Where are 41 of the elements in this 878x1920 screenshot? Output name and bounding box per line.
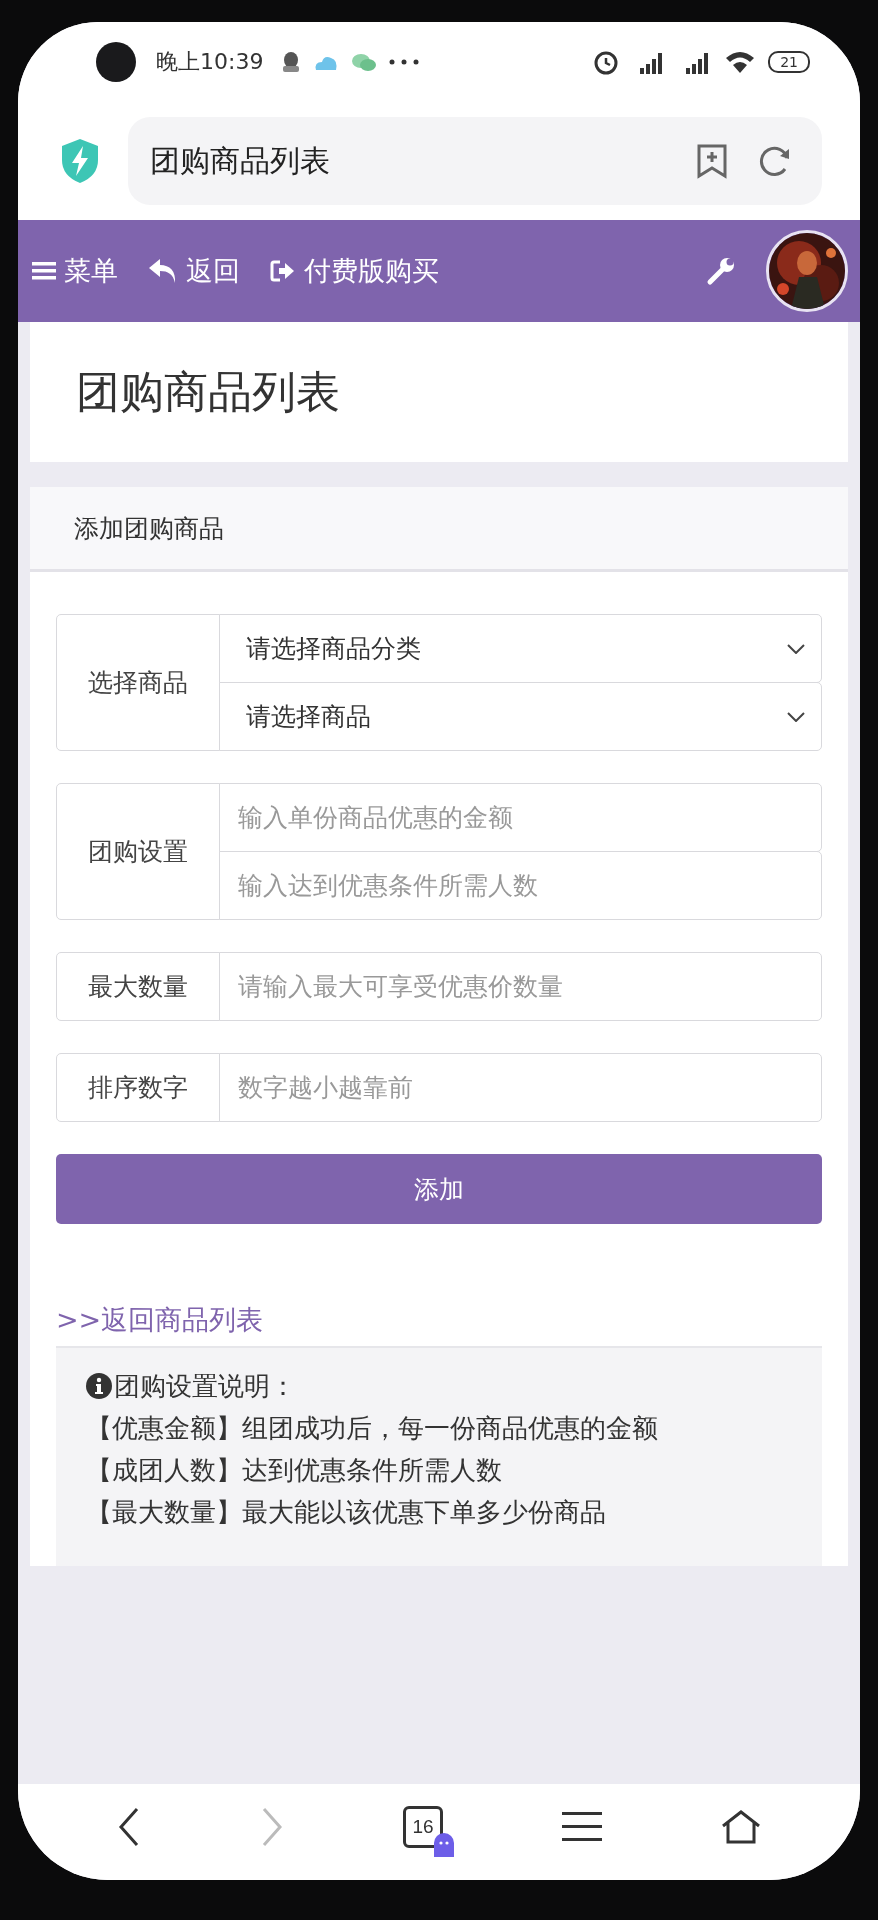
- field-label: 最大数量: [56, 952, 220, 1021]
- select-field[interactable]: 请选择商品: [219, 682, 822, 751]
- chat-icon: [351, 52, 378, 72]
- nav-link[interactable]: 菜单: [32, 253, 118, 289]
- more-icon: [389, 59, 420, 65]
- shield-icon: [60, 138, 100, 184]
- status-time: 晚上10:39: [156, 48, 264, 76]
- note-line: 【最大数量】最大能以该优惠下单多少份商品: [86, 1496, 607, 1529]
- wrench-icon[interactable]: [706, 256, 736, 286]
- chevron-down-icon: [787, 643, 805, 654]
- field-label: 选择商品: [56, 614, 220, 751]
- add-button[interactable]: 添加: [56, 1154, 822, 1224]
- nav-link[interactable]: 返回: [148, 253, 240, 289]
- home-icon: [720, 1810, 761, 1844]
- bookmark-add-icon[interactable]: [696, 143, 728, 179]
- info-icon: [86, 1373, 112, 1399]
- input-field[interactable]: 数字越小越靠前: [219, 1053, 822, 1122]
- input-field[interactable]: 输入达到优惠条件所需人数: [219, 851, 822, 920]
- notes-title: 团购设置说明：: [114, 1370, 296, 1403]
- field-label: 团购设置: [56, 783, 220, 920]
- field-label: 排序数字: [56, 1053, 220, 1122]
- back-to-list-link[interactable]: >>返回商品列表: [56, 1302, 264, 1346]
- chevron-down-icon: [787, 711, 805, 722]
- ghost-icon: [434, 1833, 454, 1857]
- nav-link[interactable]: 付费版购买: [270, 253, 439, 289]
- menu-icon: [32, 260, 56, 282]
- menu-icon: [561, 1810, 602, 1844]
- card-title: 添加团购商品: [74, 512, 224, 545]
- forward-icon: [260, 1807, 285, 1847]
- input-field[interactable]: 请输入最大可享受优惠价数量: [219, 952, 822, 1021]
- camera-icon: [96, 42, 136, 82]
- reply-arrow-icon: [148, 257, 178, 285]
- select-field[interactable]: 请选择商品分类: [219, 614, 822, 683]
- sign-out-icon: [270, 259, 296, 283]
- battery-level: 21: [768, 51, 810, 73]
- wifi-icon: [724, 50, 757, 74]
- refresh-icon[interactable]: [758, 144, 792, 178]
- page-title: 团购商品列表: [76, 364, 340, 419]
- note-line: 【成团人数】达到优惠条件所需人数: [86, 1454, 503, 1487]
- note-line: 【优惠金额】组团成功后，每一份商品优惠的金额: [86, 1412, 659, 1445]
- input-field[interactable]: 输入单份商品优惠的金额: [219, 783, 822, 852]
